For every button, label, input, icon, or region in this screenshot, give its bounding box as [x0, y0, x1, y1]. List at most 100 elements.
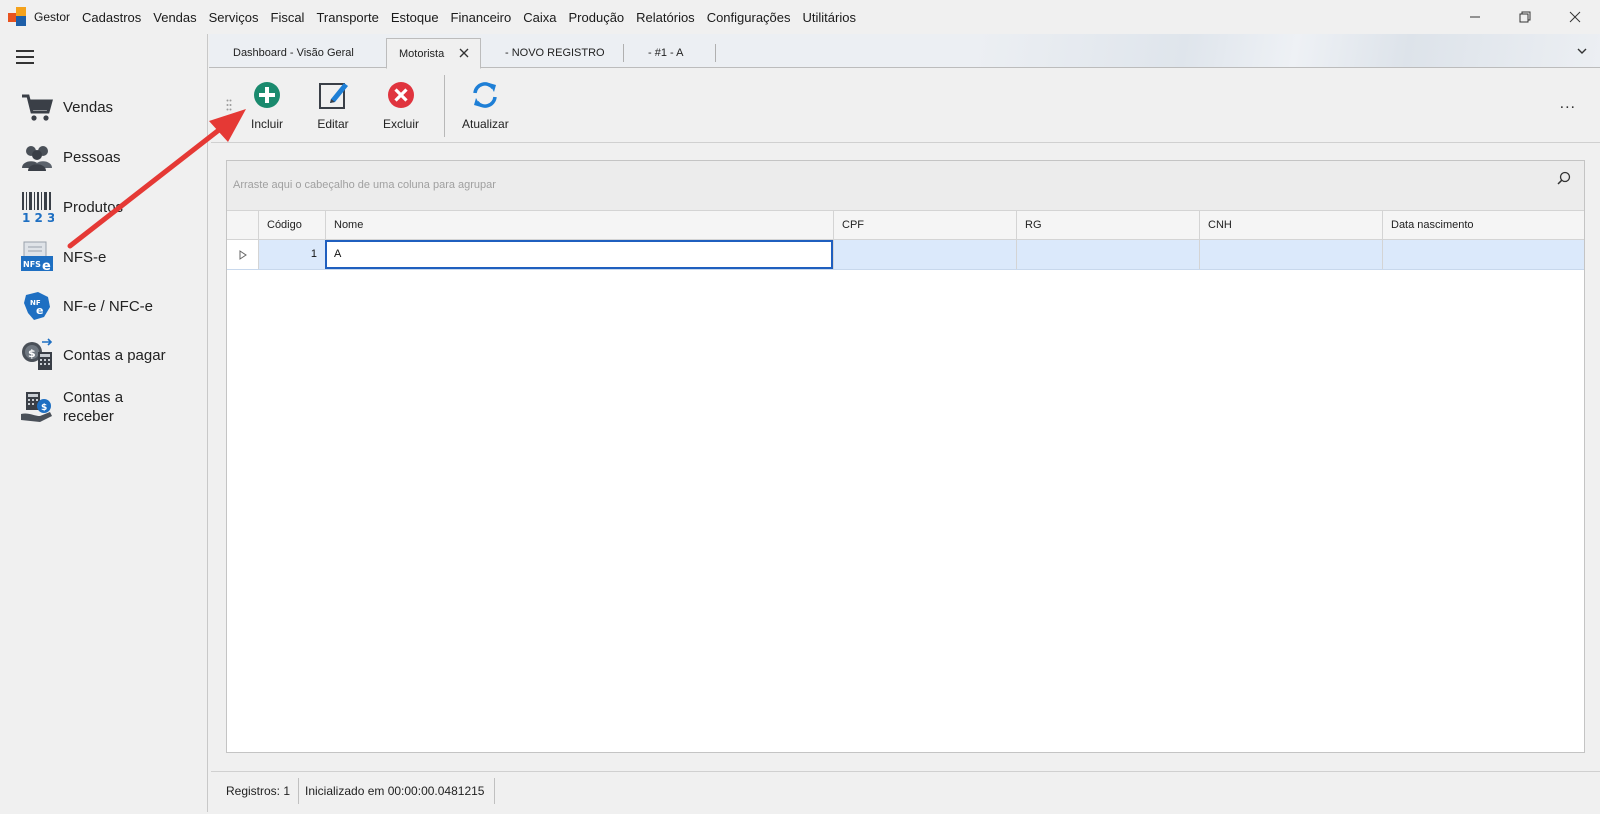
- menu-gestor[interactable]: Gestor: [34, 10, 76, 24]
- menu-servicos[interactable]: Serviços: [203, 10, 265, 25]
- sidebar-item-label: NFS-e: [63, 248, 107, 266]
- column-headers: Código Nome CPF RG CNH Data nascimento: [227, 211, 1584, 240]
- sidebar-item-label: Contas a pagar: [63, 346, 166, 364]
- sidebar-item-nfse[interactable]: NFS e NFS-e: [20, 240, 106, 274]
- barcode-icon: 1 2 3: [20, 190, 55, 225]
- excluir-button[interactable]: Excluir: [383, 79, 419, 131]
- menu-vendas[interactable]: Vendas: [147, 10, 202, 25]
- cell-cnh[interactable]: [1199, 240, 1382, 269]
- status-bar: Registros: 1 Inicializado em 00:00:00.04…: [211, 771, 1600, 809]
- menu-estoque[interactable]: Estoque: [385, 10, 445, 25]
- cell-nome[interactable]: A: [325, 240, 833, 269]
- close-icon: [1569, 11, 1581, 23]
- status-separator: [298, 778, 299, 804]
- menu-utilitarios[interactable]: Utilitários: [797, 10, 862, 25]
- app-logo-icon: [8, 7, 28, 27]
- cell-cpf[interactable]: [833, 240, 1016, 269]
- column-header-cnh[interactable]: CNH: [1199, 211, 1382, 240]
- column-header-nome[interactable]: Nome: [325, 211, 833, 240]
- nfe-icon: NF e: [20, 289, 54, 323]
- table-row[interactable]: 1 A: [227, 240, 1584, 270]
- menu-fiscal[interactable]: Fiscal: [265, 10, 311, 25]
- sidebar-item-label: Contas a receber: [63, 389, 124, 425]
- delete-icon: [388, 82, 414, 108]
- sidebar-item-vendas[interactable]: Vendas: [20, 90, 113, 124]
- restore-button[interactable]: [1500, 0, 1550, 34]
- row-indicator[interactable]: [227, 240, 258, 269]
- sidebar-item-label: Vendas: [63, 98, 114, 116]
- toolbar-divider: [444, 75, 445, 137]
- people-icon: [20, 140, 54, 174]
- data-grid: Arraste aqui o cabeçalho de uma coluna p…: [226, 160, 1585, 753]
- editar-label: Editar: [317, 117, 349, 131]
- menu-relatorios[interactable]: Relatórios: [630, 10, 701, 25]
- tab-registro-a[interactable]: - #1 - A: [624, 38, 714, 68]
- menu-caixa[interactable]: Caixa: [517, 10, 562, 25]
- hamburger-menu-icon[interactable]: [16, 50, 34, 64]
- svg-text:$: $: [28, 347, 36, 360]
- menu-financeiro[interactable]: Financeiro: [445, 10, 518, 25]
- receivables-icon: $: [20, 390, 54, 424]
- tab-motorista[interactable]: Motorista: [386, 38, 481, 69]
- tab-novo-registro[interactable]: - NOVO REGISTRO: [481, 38, 611, 68]
- tab-label: Dashboard - Visão Geral: [233, 47, 354, 59]
- cell-rg[interactable]: [1016, 240, 1199, 269]
- tab-label: - NOVO REGISTRO: [505, 47, 605, 59]
- toolbar: Incluir Editar Excluir Atualizar ...: [211, 69, 1600, 143]
- row-indicator-header: [227, 211, 258, 240]
- add-icon: [254, 82, 280, 108]
- menu-bar: Gestor Cadastros Vendas Serviços Fiscal …: [0, 0, 1600, 34]
- window-controls: [1450, 0, 1600, 34]
- more-options-icon[interactable]: ...: [1560, 95, 1576, 113]
- close-window-button[interactable]: [1550, 0, 1600, 34]
- tab-strip: Dashboard - Visão Geral Motorista - NOVO…: [209, 34, 1600, 69]
- status-inicializado: Inicializado em 00:00:00.0481215: [305, 784, 485, 798]
- minimize-icon: [1470, 16, 1480, 18]
- status-registros: Registros: 1: [226, 784, 291, 798]
- search-icon[interactable]: [1556, 170, 1572, 186]
- tab-separator: [715, 44, 716, 62]
- minimize-button[interactable]: [1450, 0, 1500, 34]
- sidebar: Vendas Pessoas 1 2 3 Produtos NFS e NFS-e…: [0, 34, 208, 812]
- tab-dashboard[interactable]: Dashboard - Visão Geral: [209, 38, 385, 68]
- tab-label: - #1 - A: [648, 47, 684, 59]
- payables-icon: $: [20, 338, 54, 372]
- atualizar-button[interactable]: Atualizar: [462, 79, 509, 131]
- menu-configuracoes[interactable]: Configurações: [701, 10, 797, 25]
- svg-text:e: e: [42, 259, 51, 274]
- menu-items: Gestor Cadastros Vendas Serviços Fiscal …: [34, 10, 862, 25]
- sidebar-item-contas-receber[interactable]: $ Contas a receber: [20, 388, 153, 426]
- group-panel[interactable]: Arraste aqui o cabeçalho de uma coluna p…: [227, 161, 1584, 211]
- excluir-label: Excluir: [383, 117, 420, 131]
- sidebar-item-contas-pagar[interactable]: $ Contas a pagar: [20, 338, 166, 372]
- column-header-rg[interactable]: RG: [1016, 211, 1199, 240]
- menu-cadastros[interactable]: Cadastros: [76, 10, 147, 25]
- close-icon[interactable]: [458, 47, 470, 59]
- svg-text:e: e: [36, 304, 43, 317]
- cell-codigo[interactable]: 1: [258, 240, 325, 269]
- group-hint: Arraste aqui o cabeçalho de uma coluna p…: [233, 179, 496, 191]
- edit-icon: [319, 83, 348, 109]
- svg-text:NFS: NFS: [23, 260, 41, 269]
- row-pointer-icon: [239, 250, 247, 260]
- svg-text:1 2 3: 1 2 3: [22, 211, 54, 224]
- sidebar-item-pessoas[interactable]: Pessoas: [20, 140, 121, 174]
- column-header-cpf[interactable]: CPF: [833, 211, 1016, 240]
- svg-text:$: $: [41, 403, 47, 413]
- chevron-down-icon[interactable]: [1576, 45, 1588, 57]
- sidebar-item-produtos[interactable]: 1 2 3 Produtos: [20, 190, 123, 225]
- menu-producao[interactable]: Produção: [563, 10, 631, 25]
- cell-data-nascimento[interactable]: [1382, 240, 1584, 269]
- sidebar-item-label: NF-e / NFC-e: [63, 297, 153, 315]
- menu-transporte[interactable]: Transporte: [310, 10, 384, 25]
- sidebar-item-nfe[interactable]: NF e NF-e / NFC-e: [20, 289, 153, 323]
- drag-grip-icon[interactable]: [226, 99, 232, 111]
- restore-icon: [1519, 11, 1531, 23]
- column-header-codigo[interactable]: Código: [258, 211, 325, 240]
- editar-button[interactable]: Editar: [317, 79, 349, 131]
- column-header-data-nascimento[interactable]: Data nascimento: [1382, 211, 1584, 240]
- incluir-label: Incluir: [251, 117, 284, 131]
- incluir-button[interactable]: Incluir: [251, 79, 283, 131]
- nfse-icon: NFS e: [20, 240, 54, 274]
- refresh-icon: [473, 82, 498, 108]
